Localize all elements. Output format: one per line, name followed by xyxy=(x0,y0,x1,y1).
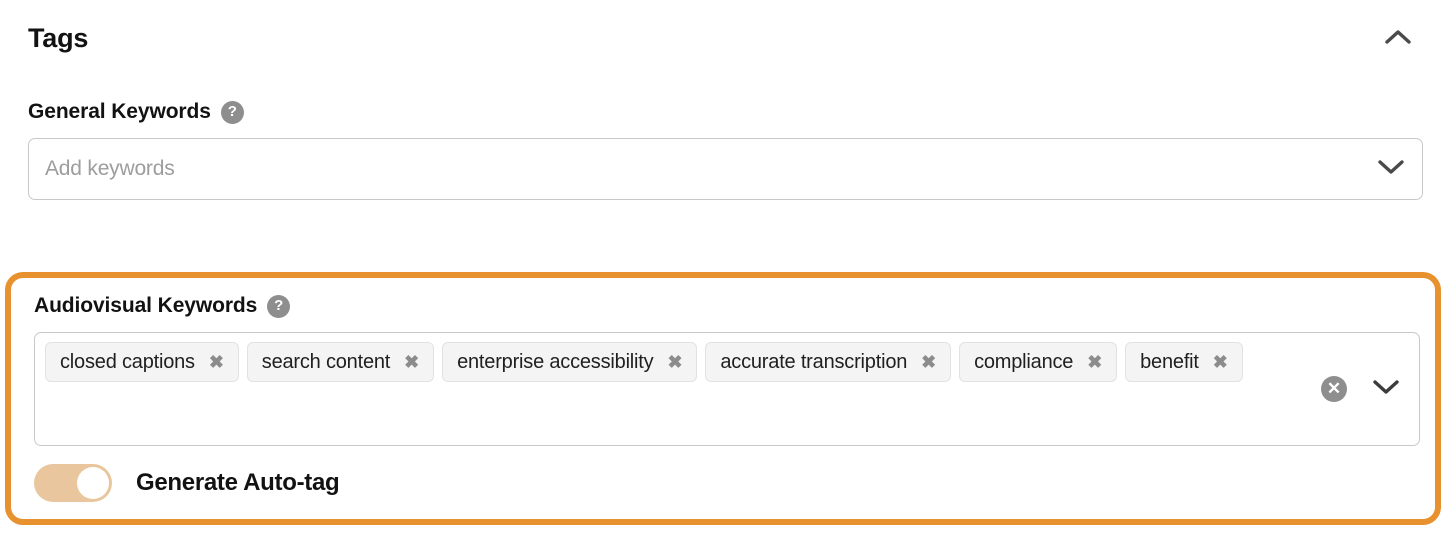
auto-tag-row: Generate Auto-tag xyxy=(34,464,339,502)
chevron-down-icon xyxy=(1378,159,1404,180)
generate-auto-tag-label: Generate Auto-tag xyxy=(136,469,339,497)
general-keywords-placeholder: Add keywords xyxy=(45,157,175,181)
chevron-up-icon xyxy=(1385,29,1411,48)
tag-chip[interactable]: benefit ✖ xyxy=(1125,342,1243,382)
remove-tag-icon[interactable]: ✖ xyxy=(1087,353,1102,371)
tag-chip-label: compliance xyxy=(974,351,1073,374)
general-keywords-label-text: General Keywords xyxy=(28,100,211,124)
tag-chip-label: benefit xyxy=(1140,351,1199,374)
general-keywords-dropdown-button[interactable] xyxy=(1374,152,1408,186)
remove-tag-icon[interactable]: ✖ xyxy=(404,353,419,371)
audiovisual-keywords-dropdown-button[interactable] xyxy=(1369,372,1403,406)
audiovisual-keywords-label-text: Audiovisual Keywords xyxy=(34,294,257,318)
tag-chip-label: closed captions xyxy=(60,351,195,374)
generate-auto-tag-toggle[interactable] xyxy=(34,464,112,502)
page-title: Tags xyxy=(28,25,88,52)
tag-chip-label: accurate transcription xyxy=(720,351,907,374)
chevron-down-icon xyxy=(1373,379,1399,400)
help-circle-icon[interactable]: ? xyxy=(221,101,244,124)
tag-chip-label: enterprise accessibility xyxy=(457,351,653,374)
audiovisual-keywords-section: Audiovisual Keywords ? closed captions ✖… xyxy=(5,272,1441,525)
audiovisual-keywords-label: Audiovisual Keywords ? xyxy=(34,294,290,318)
clear-all-tags-icon[interactable]: ✕ xyxy=(1321,376,1347,402)
tag-chip-label: search content xyxy=(262,351,390,374)
general-keywords-label: General Keywords ? xyxy=(28,100,1423,124)
tag-chip[interactable]: search content ✖ xyxy=(247,342,434,382)
general-keywords-section: General Keywords ? Add keywords xyxy=(28,100,1423,200)
tag-chip[interactable]: closed captions ✖ xyxy=(45,342,239,382)
remove-tag-icon[interactable]: ✖ xyxy=(1213,353,1228,371)
tag-chip[interactable]: accurate transcription ✖ xyxy=(705,342,951,382)
collapse-section-button[interactable] xyxy=(1378,18,1418,58)
help-circle-icon[interactable]: ? xyxy=(267,295,290,318)
remove-tag-icon[interactable]: ✖ xyxy=(209,353,224,371)
remove-tag-icon[interactable]: ✖ xyxy=(667,353,682,371)
general-keywords-input[interactable]: Add keywords xyxy=(28,138,1423,200)
tag-chip[interactable]: enterprise accessibility ✖ xyxy=(442,342,697,382)
tags-section-header: Tags xyxy=(0,0,1446,76)
tag-chip[interactable]: compliance ✖ xyxy=(959,342,1117,382)
toggle-knob xyxy=(77,467,109,499)
audiovisual-keywords-input[interactable]: closed captions ✖ search content ✖ enter… xyxy=(34,332,1420,446)
remove-tag-icon[interactable]: ✖ xyxy=(921,353,936,371)
